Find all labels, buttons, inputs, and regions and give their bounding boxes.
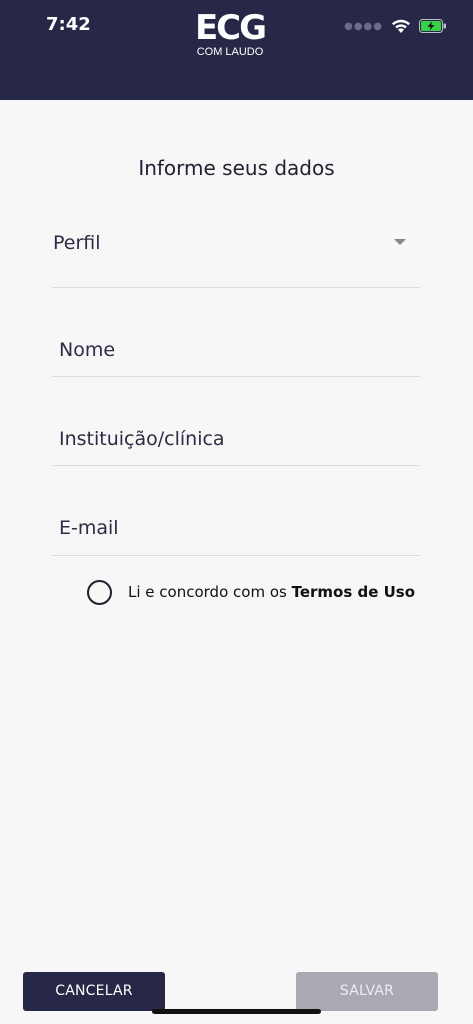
- terms-agreement-row: Li e concordo com os Termos de Uso: [87, 578, 415, 606]
- terms-radio-button[interactable]: [87, 579, 112, 605]
- name-placeholder: Nome: [59, 339, 116, 361]
- signal-dots-icon: ●●●●: [344, 20, 383, 32]
- ecg-logo: ECG COM LAUDO: [194, 8, 267, 62]
- name-input[interactable]: Nome: [52, 330, 420, 377]
- home-indicator[interactable]: [152, 1009, 321, 1014]
- email-placeholder: E-mail: [59, 517, 119, 539]
- wifi-icon: [392, 19, 410, 33]
- profile-label: Perfil: [53, 232, 101, 254]
- caret-down-icon: [394, 239, 406, 245]
- terms-prefix: Li e concordo com os: [128, 583, 292, 601]
- status-icons: ●●●●: [344, 16, 447, 36]
- battery-charging-icon: [419, 19, 446, 33]
- email-input[interactable]: E-mail: [52, 508, 420, 556]
- logo-main-text: ECG: [194, 8, 267, 48]
- cancel-button[interactable]: CANCELAR: [23, 972, 165, 1011]
- terms-text: Li e concordo com os Termos de Uso: [128, 583, 415, 601]
- save-button[interactable]: SALVAR: [296, 972, 438, 1011]
- logo-sub-text: COM LAUDO: [196, 46, 264, 58]
- profile-dropdown[interactable]: Perfil: [52, 224, 420, 288]
- app-header: 7:42 ECG COM LAUDO ●●●●: [0, 0, 473, 100]
- status-time: 7:42: [46, 14, 91, 35]
- institution-placeholder: Instituição/clínica: [59, 428, 225, 450]
- form-title: Informe seus dados: [138, 156, 335, 180]
- terms-of-use-link[interactable]: Termos de Uso: [292, 583, 415, 601]
- institution-input[interactable]: Instituição/clínica: [52, 419, 420, 466]
- app-screen: 7:42 ECG COM LAUDO ●●●● Informe seus dad…: [0, 0, 473, 1024]
